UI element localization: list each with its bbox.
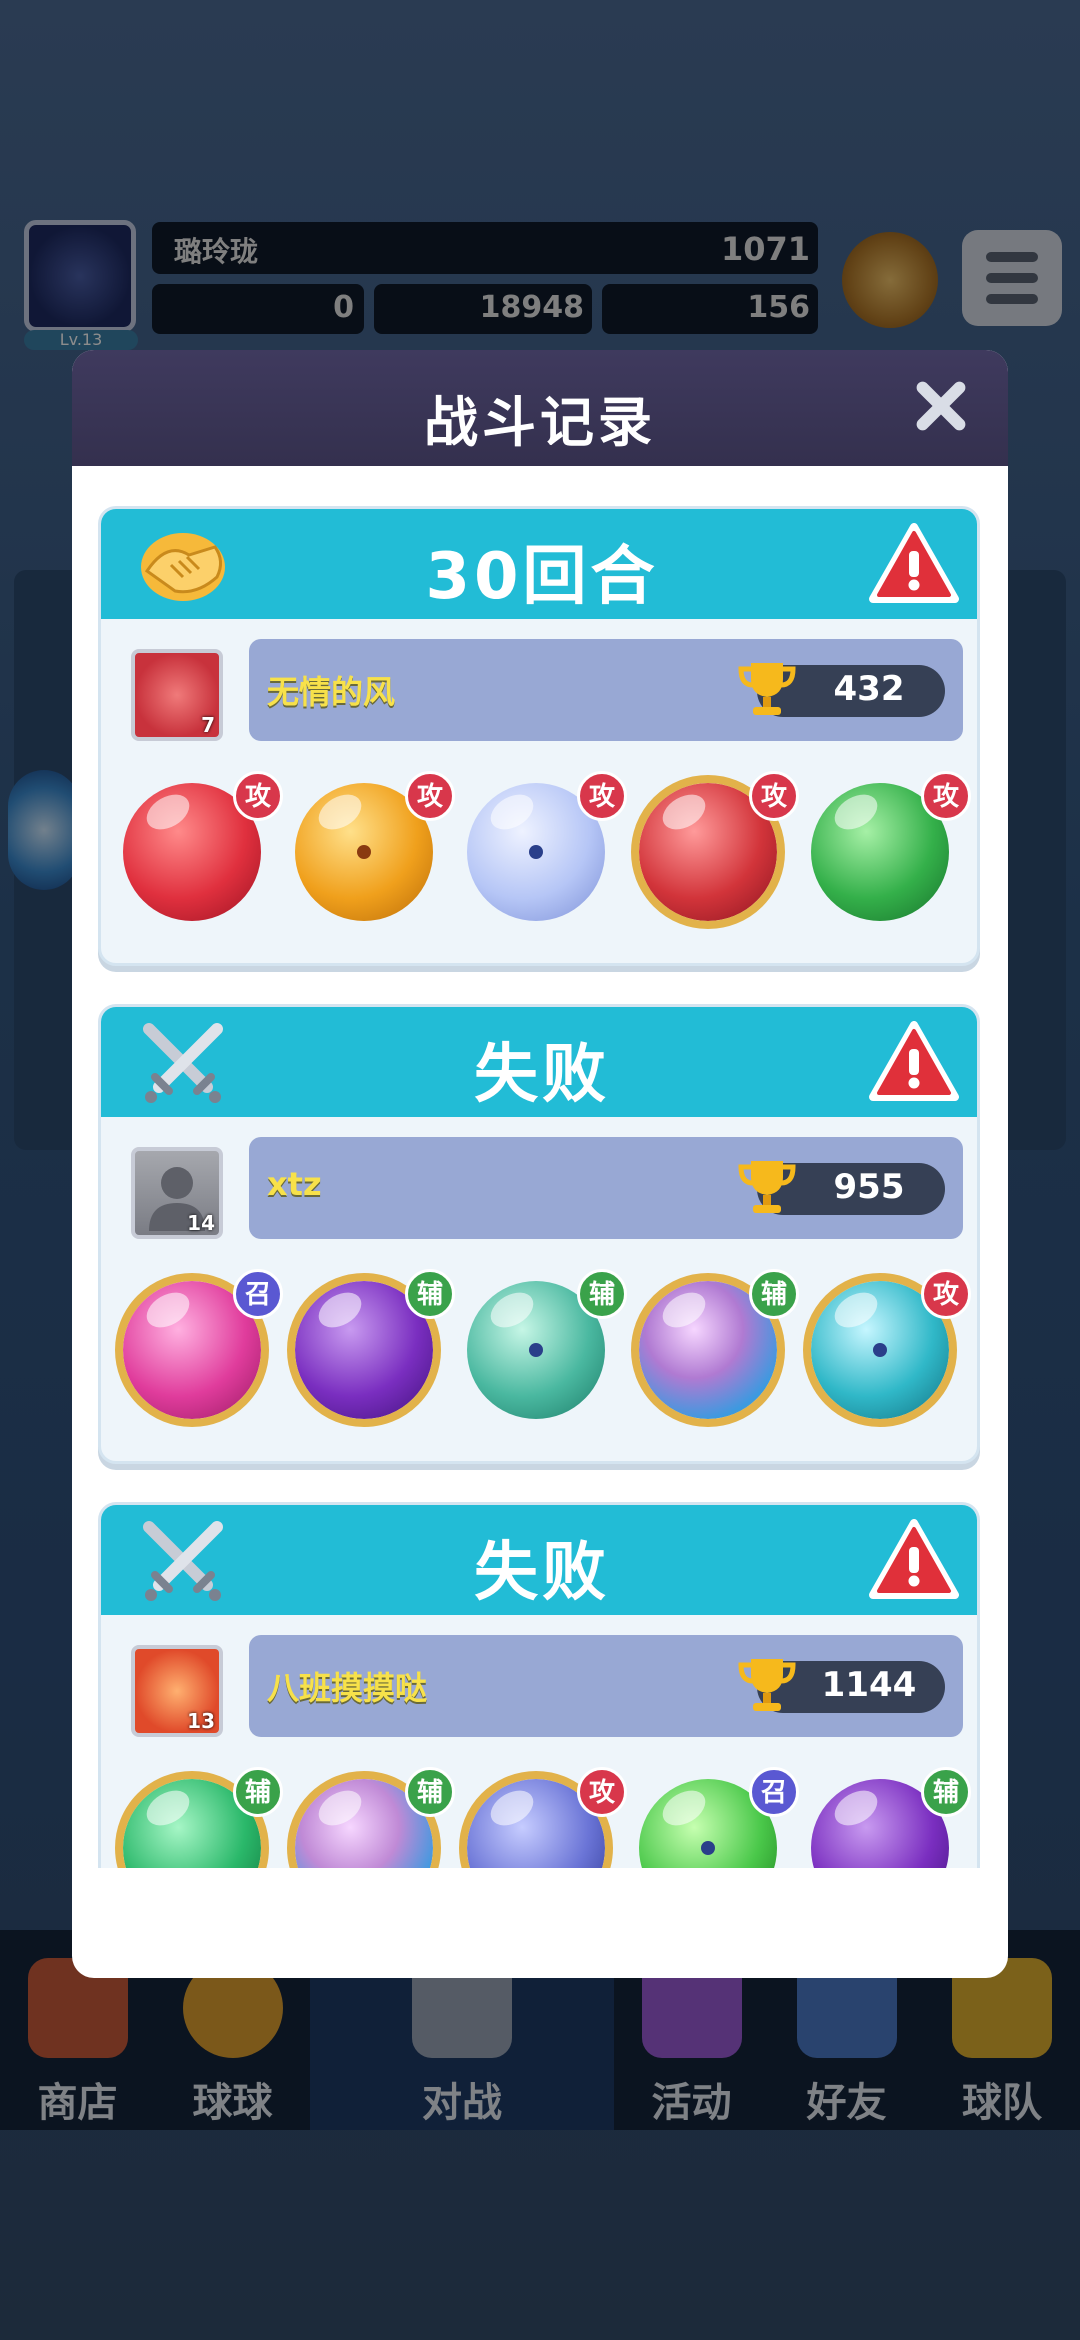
nav-label: 商店 [37,2080,118,2126]
nav-label: 球队 [962,2080,1042,2126]
record-result: 30回合 [425,540,659,614]
opponent-name: 八班摸摸哒 [267,1669,428,1707]
opponent-info-bar: 八班摸摸哒 1144 [249,1635,963,1737]
warning-report-icon [869,523,959,603]
opponent-row: 14 xtz 955 [101,1137,977,1247]
ball-lineup: 攻 攻 攻 攻 攻 [101,771,977,941]
role-badge: 召 [233,1269,283,1319]
record-result: 失败 [474,1038,610,1112]
opponent-info-bar: 无情的风 432 [249,639,963,741]
nav-label: 球球 [192,2080,273,2126]
nav-label: 活动 [651,2080,732,2126]
battle-record-dialog: 战斗记录 30回合 7 无情的风 432 攻 攻 攻 攻 攻 失败 14 xtz… [72,350,1008,1978]
trophy-icon [738,1659,796,1711]
close-button[interactable] [908,374,972,438]
record-card: 失败 13 八班摸摸哒 1144 辅 辅 攻 召 辅 [98,1502,980,1868]
ball-lineup: 辅 辅 攻 召 辅 [101,1767,977,1868]
player-name: 璐玲珑 [174,235,259,268]
dialog-header: 战斗记录 [72,350,1008,466]
record-header: 30回合 [101,509,977,619]
opponent-avatar[interactable]: 7 [131,649,223,741]
resource-energy-value: 0 [333,290,354,325]
nav-label: 好友 [806,2080,887,2126]
opponent-info-bar: xtz 955 [249,1137,963,1239]
resource-coins-value: 18948 [479,290,584,325]
role-badge: 辅 [405,1269,455,1319]
warning-report-icon [869,1519,959,1599]
role-badge: 辅 [921,1767,971,1817]
opponent-trophies: 432 [833,669,905,709]
ball-lineup: 召 辅 辅 辅 攻 [101,1269,977,1439]
role-badge: 辅 [577,1269,627,1319]
role-badge: 辅 [405,1767,455,1817]
role-badge: 辅 [749,1269,799,1319]
dialog-title: 战斗记录 [424,391,656,454]
opponent-level: 14 [187,1211,215,1235]
resource-gems-value: 156 [747,290,810,325]
opponent-trophies: 955 [833,1167,905,1207]
opponent-name: 无情的风 [267,673,396,711]
opponent-trophies: 1144 [821,1665,917,1705]
opponent-row: 7 无情的风 432 [101,639,977,749]
opponent-level: 13 [187,1709,215,1733]
record-header: 失败 [101,1007,977,1117]
role-badge: 攻 [233,771,283,821]
record-card: 30回合 7 无情的风 432 攻 攻 攻 攻 攻 [98,506,980,966]
side-orb-icon[interactable] [8,770,80,890]
rank-badge-icon[interactable] [842,232,938,328]
player-level: Lv.13 [24,330,138,350]
role-badge: 辅 [233,1767,283,1817]
opponent-level: 7 [201,713,215,737]
record-result: 失败 [474,1536,610,1610]
opponent-avatar[interactable]: 14 [131,1147,223,1239]
role-badge: 攻 [577,1767,627,1817]
record-card: 失败 14 xtz 955 召 辅 辅 辅 攻 [98,1004,980,1464]
trophy-icon [738,663,796,715]
record-list[interactable]: 30回合 7 无情的风 432 攻 攻 攻 攻 攻 失败 14 xtz 955 … [72,466,1008,1868]
opponent-row: 13 八班摸摸哒 1144 [101,1635,977,1745]
role-badge: 攻 [405,771,455,821]
warning-report-icon [869,1021,959,1101]
opponent-avatar[interactable]: 13 [131,1645,223,1737]
opponent-name: xtz [267,1165,322,1203]
role-badge: 召 [749,1767,799,1817]
trophy-icon [738,1161,796,1213]
role-badge: 攻 [921,1269,971,1319]
record-header: 失败 [101,1505,977,1615]
player-avatar[interactable] [24,220,136,332]
role-badge: 攻 [749,771,799,821]
role-badge: 攻 [577,771,627,821]
role-badge: 攻 [921,771,971,821]
player-trophies: 1071 [720,230,810,268]
nav-label: 对战 [422,2080,502,2126]
menu-button[interactable] [962,230,1062,326]
